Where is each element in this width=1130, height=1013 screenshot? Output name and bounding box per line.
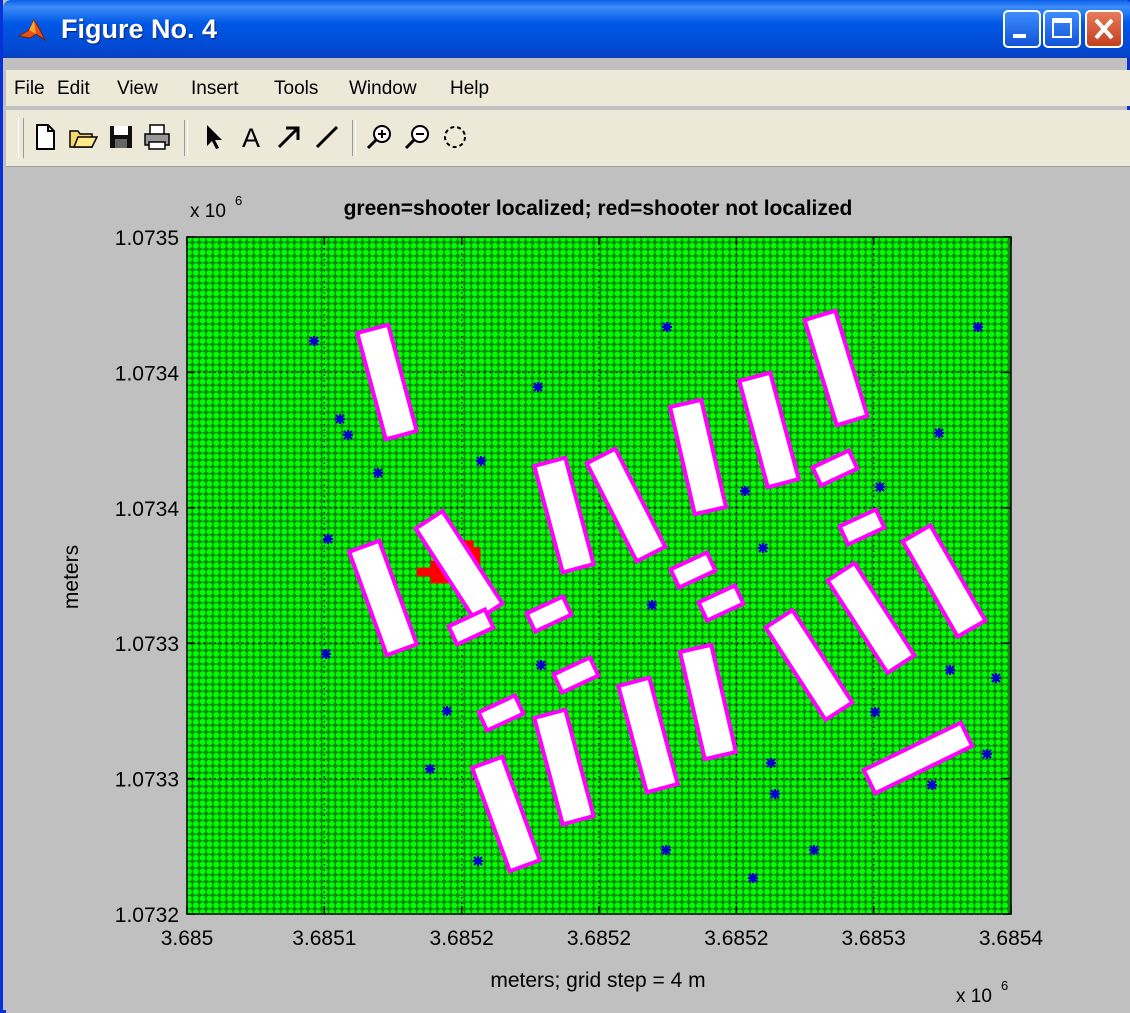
y-exponent-label: x 10 [190,201,226,222]
x-tick-label: 3.6852 [704,927,768,950]
y-axis-label: meters [60,545,83,609]
menu-bar: File Edit View Insert Tools Window Help [6,70,1130,106]
sensor-marker [335,414,345,424]
y-tick-label: 1.0733 [115,769,179,792]
line-icon[interactable] [312,122,342,152]
minimize-button[interactable] [1003,10,1041,48]
x-exponent-label: x 10 [956,986,992,1007]
maximize-icon [1052,18,1072,38]
x-tick-label: 3.6851 [292,927,356,950]
menu-file[interactable]: File [14,78,45,100]
sensor-marker [740,486,750,496]
zoom-out-icon[interactable] [402,122,432,152]
close-icon [1094,18,1114,40]
y-tick-label: 1.0735 [115,227,179,250]
toolbar: A [6,110,1130,167]
matlab-logo-icon [17,18,47,42]
menu-view[interactable]: View [117,78,158,100]
toolbar-separator [184,120,188,156]
print-icon[interactable] [142,122,172,152]
open-folder-icon[interactable] [68,122,98,152]
menu-edit[interactable]: Edit [57,78,90,100]
sensor-marker [770,789,780,799]
maximize-button[interactable] [1043,10,1081,48]
x-tick-label: 3.6852 [567,927,631,950]
sensor-marker [991,673,1001,683]
x-axis-label: meters; grid step = 4 m [490,969,705,992]
toolbar-grip[interactable] [18,118,24,158]
x-tick-label: 3.6854 [979,927,1044,950]
sensor-marker [442,706,452,716]
toolbar-separator [352,120,356,156]
save-icon[interactable] [106,122,136,152]
chart-title: green=shooter localized; red=shooter not… [344,197,853,220]
sensor-marker [533,382,543,392]
text-icon[interactable]: A [236,122,266,152]
x-tick-label: 3.6852 [430,927,494,950]
matlab-figure-window: Figure No. 4 File Edit View Insert Tools… [0,0,1130,1013]
y-tick-label: 1.0733 [115,633,179,656]
y-exponent-power: 6 [235,193,242,208]
pointer-icon[interactable] [198,122,228,152]
sensor-marker [875,482,885,492]
svg-text:A: A [242,123,260,152]
sensor-marker [536,660,546,670]
zoom-in-icon[interactable] [364,122,394,152]
sensor-marker [343,430,353,440]
y-tick-label: 1.0734 [115,498,180,521]
menu-insert[interactable]: Insert [191,78,239,100]
minimize-icon [1013,34,1026,38]
sensor-marker [927,780,937,790]
sensor-marker [473,856,483,866]
localization-chart: green=shooter localized; red=shooter not… [60,193,1044,1007]
new-file-icon[interactable] [30,122,60,152]
y-tick-label: 1.0734 [115,362,180,385]
x-tick-label: 3.685 [161,927,214,950]
title-bar[interactable]: Figure No. 4 [3,0,1130,58]
close-button[interactable] [1085,10,1123,48]
sensor-marker [809,845,819,855]
window-title: Figure No. 4 [61,14,218,44]
sensor-marker [766,758,776,768]
sensor-marker [870,707,880,717]
sensor-marker [647,600,657,610]
x-exponent-power: 6 [1001,978,1008,993]
x-tick-label: 3.6853 [842,927,906,950]
sensor-marker [934,428,944,438]
sensor-marker [973,322,983,332]
not-localized-cell [416,567,426,577]
sensor-marker [982,749,992,759]
figure-area: green=shooter localized; red=shooter not… [6,167,1130,1013]
menu-tools[interactable]: Tools [274,78,318,100]
sensor-marker [321,649,331,659]
arrow-icon[interactable] [274,122,304,152]
sensor-marker [662,322,672,332]
menu-window[interactable]: Window [349,78,417,100]
sensor-marker [425,764,435,774]
sensor-marker [476,456,486,466]
sensor-marker [748,873,758,883]
sensor-marker [758,543,768,553]
sensor-marker [661,845,671,855]
sensor-marker [323,534,333,544]
sensor-marker [373,468,383,478]
rotate-icon[interactable] [440,122,470,152]
sensor-marker [945,665,955,675]
menu-help[interactable]: Help [450,78,489,100]
y-tick-label: 1.0732 [115,904,179,927]
sensor-marker [309,336,319,346]
